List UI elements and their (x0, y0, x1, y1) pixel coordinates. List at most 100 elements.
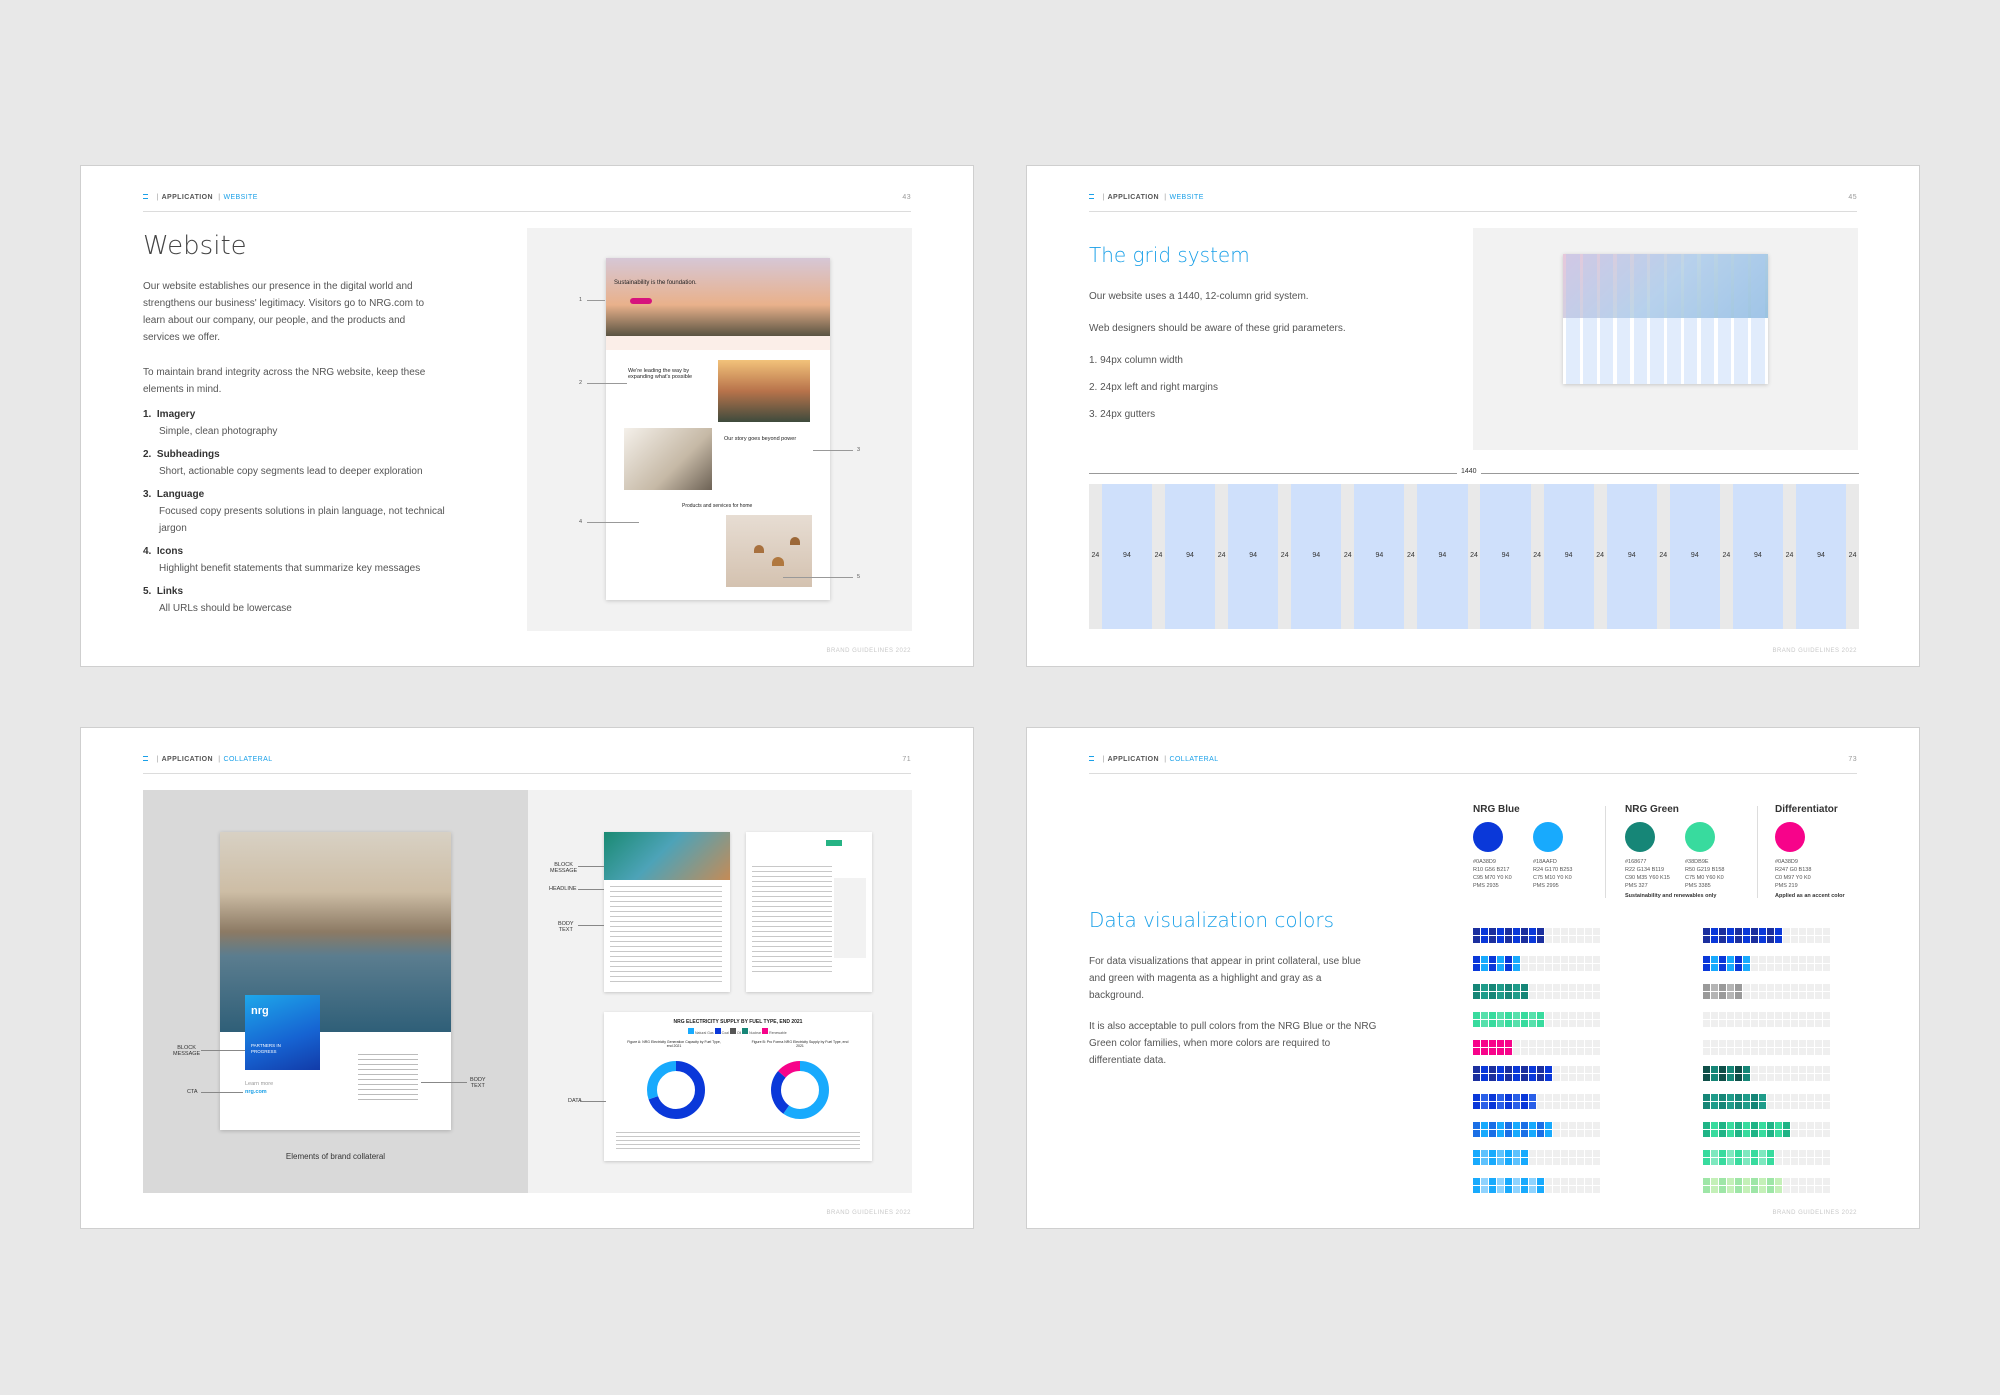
waffle-cell (1791, 1102, 1798, 1109)
waffle-cell (1759, 1040, 1766, 1047)
waffle-cell (1521, 1122, 1528, 1129)
grid-gutter: 24 (1530, 484, 1544, 629)
waffle-cell (1735, 1186, 1742, 1193)
waffle-cell (1577, 1040, 1584, 1047)
waffle-cell (1513, 1102, 1520, 1109)
waffle-cell (1711, 1020, 1718, 1027)
waffle-cell (1727, 1178, 1734, 1185)
waffle-cell (1473, 1040, 1480, 1047)
waffle-cell (1497, 1122, 1504, 1129)
waffle-row (1473, 1150, 1601, 1157)
waffle-cell (1711, 1186, 1718, 1193)
waffle-cell (1759, 936, 1766, 943)
waffle-cell (1577, 956, 1584, 963)
waffle-cell (1791, 1074, 1798, 1081)
waffle-cell (1711, 936, 1718, 943)
waffle-cell (1719, 956, 1726, 963)
waffle-cell (1505, 928, 1512, 935)
grid-screenshot (1563, 254, 1768, 384)
waffle-cell (1807, 1066, 1814, 1073)
waffle-cell (1545, 928, 1552, 935)
waffle-cell (1711, 1074, 1718, 1081)
waffle-cell (1823, 928, 1830, 935)
waffle-cell (1799, 1130, 1806, 1137)
waffle-cell (1593, 1130, 1600, 1137)
waffle-cell (1727, 1122, 1734, 1129)
waffle-cell (1727, 1130, 1734, 1137)
page-grid-system: | APPLICATION | WEBSITE 45 The grid system… (1026, 165, 1920, 667)
cta-url[interactable]: nrg.com (245, 1088, 267, 1096)
waffle-cell (1703, 1012, 1710, 1019)
waffle-cell (1799, 1178, 1806, 1185)
waffle-cell (1529, 992, 1536, 999)
waffle-cell (1703, 1048, 1710, 1055)
waffle-cell (1545, 984, 1552, 991)
waffle-cell (1577, 1020, 1584, 1027)
waffle-cell (1569, 1178, 1576, 1185)
waffle-cell (1497, 956, 1504, 963)
hero-headline: Sustainability is the foundation. (614, 280, 697, 286)
grid-gutter: 24 (1089, 484, 1102, 629)
waffle-cell (1767, 992, 1774, 999)
menu-icon[interactable] (143, 194, 148, 199)
waffle-row (1703, 1130, 1831, 1137)
waffle-cell (1505, 1130, 1512, 1137)
waffle-cell (1743, 936, 1750, 943)
waffle-cell (1807, 1150, 1814, 1157)
element-list: 1. Imagery Simple, clean photography 2. S… (143, 406, 473, 623)
item-desc: Focused copy presents solutions in plain… (159, 506, 445, 534)
waffle-cell (1513, 1074, 1520, 1081)
waffle-cell (1783, 964, 1790, 971)
swatch-spec: #18AAFD R24 G170 B253 C75 M10 Y0 K0 PMS … (1533, 859, 1573, 889)
waffle-cell (1481, 1178, 1488, 1185)
waffle-cell (1719, 1066, 1726, 1073)
hero-button[interactable] (630, 298, 652, 304)
waffle-cell (1711, 956, 1718, 963)
menu-icon[interactable] (1089, 194, 1094, 199)
waffle-cell (1727, 984, 1734, 991)
waffle-cell (1513, 1178, 1520, 1185)
waffle-cell (1529, 1074, 1536, 1081)
waffle-cell (1553, 992, 1560, 999)
gutter-width-label: 24 (1091, 551, 1100, 559)
waffle-cell (1711, 984, 1718, 991)
waffle-cell (1489, 984, 1496, 991)
waffle-cell (1743, 1178, 1750, 1185)
page-footer: BRAND GUIDELINES 2022 (1772, 1210, 1857, 1216)
waffle-cell (1497, 1040, 1504, 1047)
waffle-cell (1545, 1158, 1552, 1165)
sheet-page-1 (604, 832, 730, 992)
swatch-blue (1473, 822, 1503, 852)
website-mockup-panel: Sustainability is the foundation. We're … (527, 228, 912, 631)
page-number: 43 (902, 194, 911, 201)
waffle-cell (1473, 1048, 1480, 1055)
waffle-cell (1815, 1102, 1822, 1109)
waffle-cell (1743, 1150, 1750, 1157)
page-number: 45 (1848, 194, 1857, 201)
waffle-cell (1711, 992, 1718, 999)
waffle-cell (1537, 1012, 1544, 1019)
grid-column: 94 (1543, 484, 1594, 629)
waffle-cell (1569, 956, 1576, 963)
waffle-cell (1473, 956, 1480, 963)
waffle-cell (1775, 1122, 1782, 1129)
waffle-cell (1767, 928, 1774, 935)
waffle-cell (1759, 1048, 1766, 1055)
waffle-cell (1585, 1094, 1592, 1101)
grid-column: 94 (1291, 484, 1342, 629)
waffle-cell (1497, 964, 1504, 971)
menu-icon[interactable] (143, 756, 148, 761)
menu-icon[interactable] (1089, 756, 1094, 761)
section-heading-4: Products and services for home (682, 503, 753, 509)
waffle-row (1473, 992, 1601, 999)
waffle-cell (1481, 936, 1488, 943)
waffle-cell (1577, 1094, 1584, 1101)
waffle-cell (1727, 1048, 1734, 1055)
waffle-cell (1497, 1012, 1504, 1019)
waffle-cell (1593, 1102, 1600, 1109)
waffle-cell (1767, 1066, 1774, 1073)
waffle-cell (1823, 936, 1830, 943)
waffle-cell (1791, 964, 1798, 971)
waffle-cell (1505, 1020, 1512, 1027)
waffle-cell (1545, 1094, 1552, 1101)
